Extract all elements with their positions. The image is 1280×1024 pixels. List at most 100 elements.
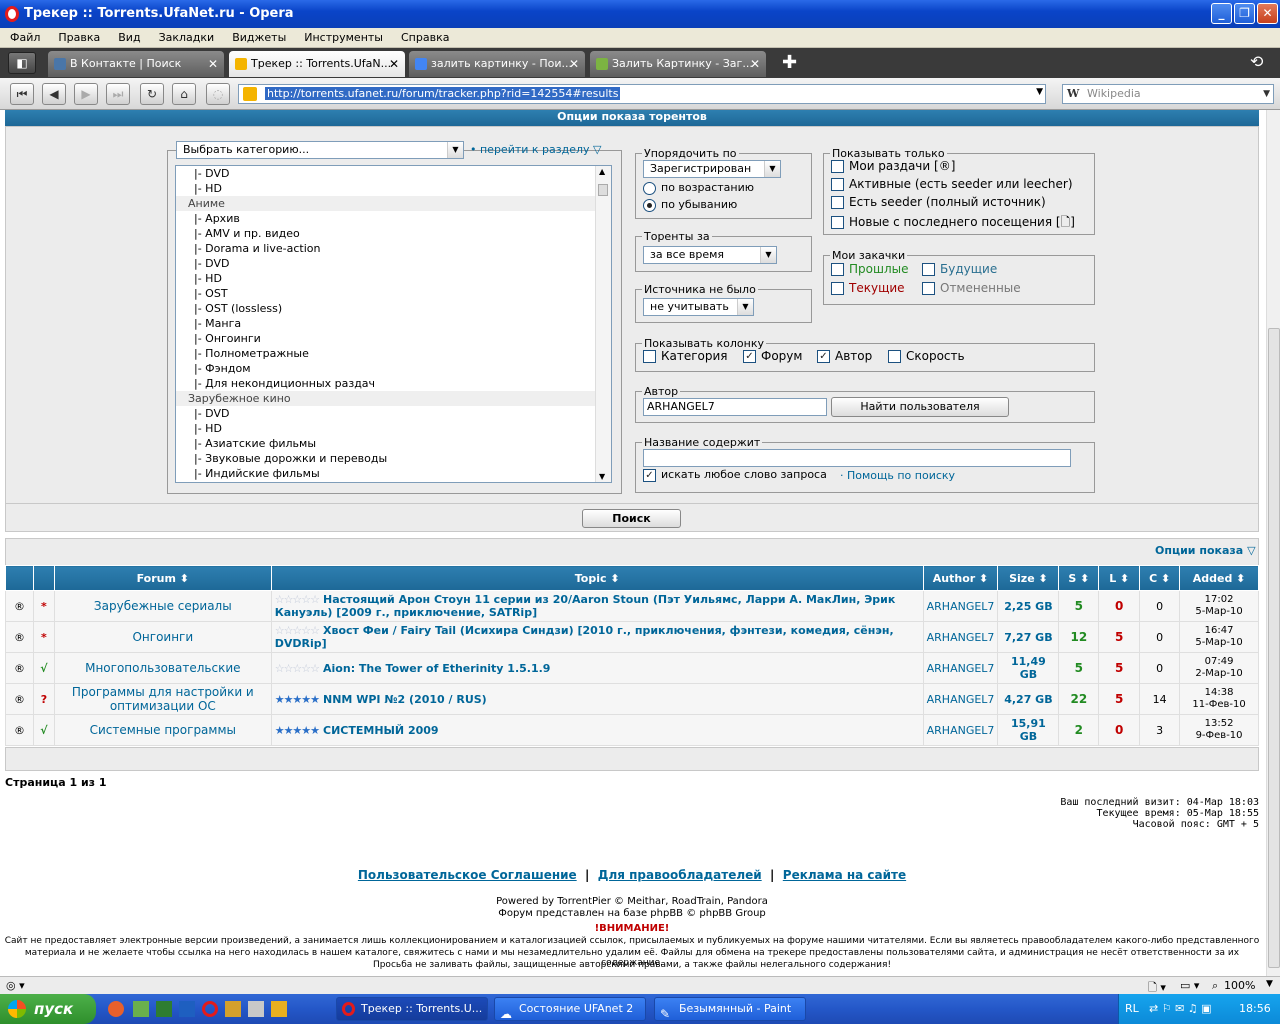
mydl-current-checkbox[interactable]: Текущие xyxy=(831,281,905,295)
category-option[interactable]: |- Индийские фильмы xyxy=(176,466,611,481)
menu-help[interactable]: Справка xyxy=(391,28,457,44)
tab-vkontakte[interactable]: В Контакте | Поиск ✕ xyxy=(48,51,224,77)
size-value[interactable]: 2,25 GB xyxy=(997,590,1060,622)
mydl-cancelled-checkbox[interactable]: Отмененные xyxy=(922,281,1021,295)
category-option[interactable]: |- OST xyxy=(176,286,611,301)
tab-upload[interactable]: Залить Картинку - Заг... ✕ xyxy=(590,51,766,77)
category-option[interactable]: |- Фэндом xyxy=(176,361,611,376)
display-options-link[interactable]: Опции показа ▽ xyxy=(1155,544,1256,557)
close-button[interactable]: ✕ xyxy=(1257,3,1278,24)
title-input[interactable] xyxy=(643,449,1071,467)
category-option[interactable]: |- OST (lossless) xyxy=(176,301,611,316)
home-icon[interactable]: ⌂ xyxy=(172,83,196,105)
menu-bookmarks[interactable]: Закладки xyxy=(149,28,223,44)
forum-link[interactable]: Программы для настройки и оптимизации ОС xyxy=(53,683,272,715)
size-value[interactable]: 4,27 GB xyxy=(997,683,1060,715)
category-option[interactable]: |- Звуковые дорожки и переводы xyxy=(176,451,611,466)
anyword-checkbox[interactable]: ✓ искать любое слово запроса xyxy=(643,468,827,482)
search-button[interactable]: Поиск xyxy=(582,509,681,528)
mydl-past-checkbox[interactable]: Прошлые xyxy=(831,262,909,276)
tray-icons[interactable]: ⇄ ⚐ ✉ ♫ ▣ xyxy=(1149,994,1212,1024)
category-option[interactable]: |- HD xyxy=(176,421,611,436)
menu-file[interactable]: Файл xyxy=(0,28,48,44)
author-link[interactable]: ARHANGEL7 xyxy=(922,714,999,746)
topic-link[interactable]: СИСТЕМНЫЙ 2009 xyxy=(323,724,439,737)
find-user-button[interactable]: Найти пользователя xyxy=(831,397,1009,417)
tab-tracker[interactable]: Трекер :: Torrents.UfaN... ✕ xyxy=(229,51,405,77)
taskbar-item-paint[interactable]: ✎ Безымянный - Paint xyxy=(654,997,806,1021)
tab-google[interactable]: залить картинку - Пои... ✕ xyxy=(409,51,585,77)
rewind-icon[interactable]: ⏮ xyxy=(10,83,34,105)
security-icon[interactable]: ◌ xyxy=(206,83,230,105)
word-icon[interactable] xyxy=(179,1001,195,1017)
category-option[interactable]: |- DVD xyxy=(176,256,611,271)
category-option[interactable]: |- Архив xyxy=(176,211,611,226)
forum-link[interactable]: Многопользовательские xyxy=(53,652,272,684)
quicklaunch-icon[interactable] xyxy=(248,1001,264,1017)
category-listbox[interactable]: |- DVD |- HD Аниме |- Архив |- AMV и пр. вид… xyxy=(175,165,612,483)
author-input[interactable]: ARHANGEL7 xyxy=(643,398,827,416)
topic-link[interactable]: NNM WPI №2 (2010 / RUS) xyxy=(323,693,487,706)
col-forum[interactable]: Forum ⬍ xyxy=(53,565,272,591)
opera-menu-icon[interactable]: ◎ ▾ xyxy=(6,979,25,992)
showonly-my-checkbox[interactable]: Мои раздачи [®] xyxy=(831,159,955,173)
category-group[interactable]: Зарубежное кино xyxy=(176,391,611,406)
excel-icon[interactable] xyxy=(156,1001,172,1017)
col-completed[interactable]: C ⬍ xyxy=(1139,565,1181,591)
column-category-checkbox[interactable]: Категория xyxy=(643,349,728,363)
category-select[interactable]: Выбрать категорию... ▼ xyxy=(176,141,464,159)
zoom-level[interactable]: 100% xyxy=(1224,979,1255,992)
scroll-down-icon[interactable]: ▼ xyxy=(599,472,605,481)
page-scroll-thumb[interactable] xyxy=(1268,328,1280,968)
sort-desc-radio[interactable]: по убыванию xyxy=(643,198,737,212)
menu-edit[interactable]: Правка xyxy=(48,28,108,44)
tab-close-icon[interactable]: ✕ xyxy=(389,51,399,77)
forward-icon[interactable]: ▶ xyxy=(74,83,98,105)
col-leechers[interactable]: L ⬍ xyxy=(1098,565,1141,591)
language-indicator[interactable]: RL xyxy=(1125,994,1139,1024)
category-option[interactable]: |- HD xyxy=(176,181,611,196)
menu-view[interactable]: Вид xyxy=(108,28,148,44)
back-icon[interactable]: ◀ xyxy=(42,83,66,105)
category-option[interactable]: |- AMV и пр. видео xyxy=(176,226,611,241)
category-option[interactable]: |- Азиатские фильмы xyxy=(176,436,611,451)
column-author-checkbox[interactable]: ✓ Автор xyxy=(817,349,872,363)
scroll-thumb[interactable] xyxy=(598,184,608,196)
category-option[interactable]: |- HD xyxy=(176,271,611,286)
panel-toggle-icon[interactable]: ◧ xyxy=(8,52,36,74)
nosource-select[interactable]: не учитывать ▼ xyxy=(643,298,754,316)
category-option[interactable]: |- Для некондиционных раздач xyxy=(176,376,611,391)
opera-icon[interactable] xyxy=(202,1001,218,1017)
showonly-seeder-checkbox[interactable]: Есть seeder (полный источник) xyxy=(831,195,1046,209)
tab-close-icon[interactable]: ✕ xyxy=(208,51,218,77)
goto-section-link[interactable]: • перейти к разделу ▽ xyxy=(470,143,602,156)
rightholders-link[interactable]: Для правообладателей xyxy=(598,868,762,882)
search-input[interactable]: W Wikipedia ▼ xyxy=(1062,84,1274,104)
category-scrollbar[interactable]: ▲ ▼ xyxy=(595,166,611,482)
category-option[interactable]: |- DVD xyxy=(176,406,611,421)
quicklaunch-icon[interactable] xyxy=(271,1001,287,1017)
page-scrollbar[interactable] xyxy=(1266,110,1280,976)
minimize-button[interactable]: _ xyxy=(1211,3,1232,24)
tab-close-icon[interactable]: ✕ xyxy=(569,51,579,77)
category-option[interactable]: |- Манга xyxy=(176,316,611,331)
size-value[interactable]: 11,49 GB xyxy=(997,652,1060,684)
author-link[interactable]: ARHANGEL7 xyxy=(922,683,999,715)
user-agreement-link[interactable]: Пользовательское Соглашение xyxy=(358,868,577,882)
topic-link[interactable]: Aion: The Tower of Etherinity 1.5.1.9 xyxy=(323,662,550,675)
zoom-icon[interactable]: ⌕ xyxy=(1212,979,1218,993)
author-link[interactable]: ARHANGEL7 xyxy=(922,652,999,684)
author-link[interactable]: ARHANGEL7 xyxy=(922,590,999,622)
column-speed-checkbox[interactable]: Скорость xyxy=(888,349,965,363)
scroll-up-icon[interactable]: ▲ xyxy=(599,167,605,176)
topic-link[interactable]: Хвост Феи / Fairy Tail (Исихира Синдзи) … xyxy=(275,624,894,650)
sort-select[interactable]: Зарегистрирован ▼ xyxy=(643,160,781,178)
forum-link[interactable]: Системные программы xyxy=(53,714,272,746)
col-author[interactable]: Author ⬍ xyxy=(922,565,999,591)
trash-icon[interactable]: ⟲ xyxy=(1250,52,1263,71)
search-help-link[interactable]: · Помощь по поиску xyxy=(840,469,955,482)
maximize-button[interactable]: ❐ xyxy=(1234,3,1255,24)
start-button[interactable]: пуск xyxy=(0,994,96,1024)
address-field[interactable]: http://torrents.ufanet.ru/forum/tracker.… xyxy=(238,84,1046,104)
category-option[interactable]: |- Полнометражные xyxy=(176,346,611,361)
